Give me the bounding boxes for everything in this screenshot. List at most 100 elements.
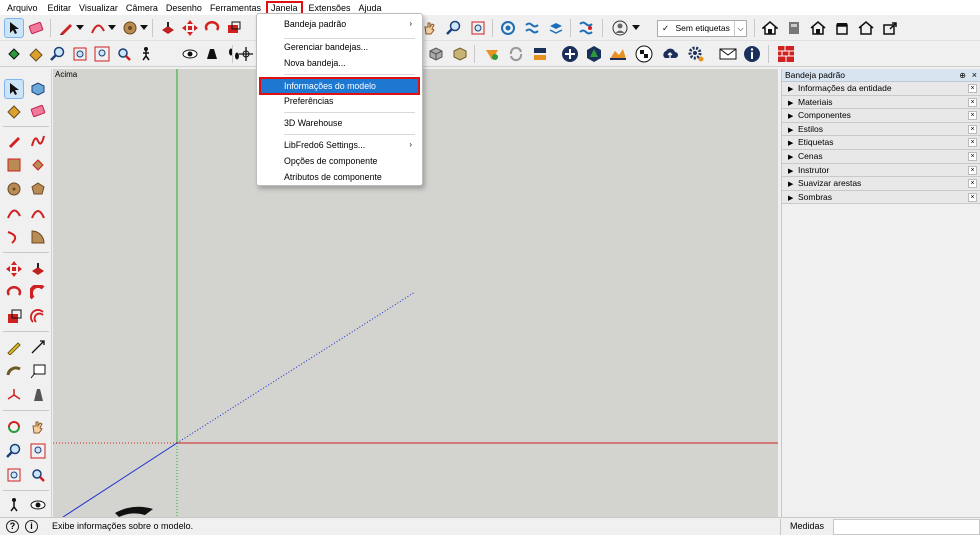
pan-icon[interactable] xyxy=(28,417,48,437)
solid-tools-icon[interactable] xyxy=(482,44,502,64)
menu-ferramentas[interactable]: Ferramentas xyxy=(207,1,264,15)
cloud-upload-icon[interactable] xyxy=(660,44,680,64)
info-circle-icon[interactable] xyxy=(742,44,762,64)
user-dropdown-icon[interactable] xyxy=(630,18,642,38)
pan-icon[interactable] xyxy=(420,18,440,38)
user-icon[interactable] xyxy=(610,18,630,38)
menu-arquivo[interactable]: Arquivo xyxy=(4,1,41,15)
eraser-icon[interactable] xyxy=(28,101,48,121)
menu-item-component-attributes[interactable]: Atributos de componente xyxy=(257,170,422,184)
position-camera-icon[interactable] xyxy=(202,44,222,64)
panel-shadows[interactable]: ▶ Sombras × xyxy=(782,190,980,205)
brick-icon[interactable] xyxy=(776,44,796,64)
menu-editar[interactable]: Editar xyxy=(45,1,75,15)
axes-icon[interactable] xyxy=(4,385,24,405)
help-icon[interactable]: ? xyxy=(6,520,19,533)
pencil-icon[interactable] xyxy=(4,131,24,151)
two-point-arc-icon[interactable] xyxy=(28,203,48,223)
menu-visualizar[interactable]: Visualizar xyxy=(76,1,121,15)
select-icon[interactable] xyxy=(4,18,24,38)
layer-icon[interactable] xyxy=(546,18,566,38)
menu-item-preferences[interactable]: Preferências xyxy=(257,94,422,108)
three-point-arc-icon[interactable] xyxy=(4,227,24,247)
zoom-extents-icon[interactable] xyxy=(4,465,24,485)
menu-item-model-info[interactable]: Informações do modelo xyxy=(259,77,420,95)
flip-icon[interactable] xyxy=(530,44,550,64)
select-icon[interactable] xyxy=(4,79,24,99)
menu-item-3d-warehouse[interactable]: 3D Warehouse xyxy=(257,116,422,130)
arc-dropdown-icon[interactable] xyxy=(106,18,118,38)
close-icon[interactable]: × xyxy=(968,97,977,107)
shaded-view-icon[interactable] xyxy=(450,44,470,64)
arc-icon[interactable] xyxy=(88,18,108,38)
paint-bucket-icon[interactable] xyxy=(4,101,24,121)
shape-dropdown-icon[interactable] xyxy=(138,18,150,38)
home-outline-icon[interactable] xyxy=(856,18,876,38)
look-around-icon[interactable] xyxy=(180,44,200,64)
push-pull-icon[interactable] xyxy=(158,18,178,38)
push-pull-icon[interactable] xyxy=(28,259,48,279)
circle-icon[interactable] xyxy=(4,179,24,199)
text-icon[interactable] xyxy=(28,361,48,381)
info-icon[interactable]: i xyxy=(25,520,38,533)
panel-entity-info[interactable]: ▶ Informações da entidade × xyxy=(782,82,980,96)
eraser-icon[interactable] xyxy=(26,18,46,38)
shop-icon[interactable] xyxy=(832,18,852,38)
move-icon[interactable] xyxy=(180,18,200,38)
scale-icon[interactable] xyxy=(224,18,244,38)
rectangle-icon[interactable] xyxy=(4,155,24,175)
close-icon[interactable]: × xyxy=(968,179,977,189)
menu-item-manage-trays[interactable]: Gerenciar bandejas... xyxy=(257,40,422,54)
scale-icon[interactable] xyxy=(4,307,24,327)
move-icon[interactable] xyxy=(4,259,24,279)
tape-measure-icon[interactable] xyxy=(4,337,24,357)
checker-icon[interactable] xyxy=(634,44,654,64)
section-icon[interactable] xyxy=(576,18,596,38)
previous-view-icon[interactable] xyxy=(114,44,134,64)
arc-icon[interactable] xyxy=(4,203,24,223)
close-icon[interactable]: × xyxy=(968,124,977,134)
pie-icon[interactable] xyxy=(28,227,48,247)
previous-view-icon[interactable] xyxy=(28,465,48,485)
tag-select[interactable]: ✓ Sem etiquetas ⌵ xyxy=(657,20,747,37)
panel-components[interactable]: ▶ Componentes × xyxy=(782,109,980,123)
panel-instructor[interactable]: ▶ Instrutor × xyxy=(782,163,980,178)
zoom-window-icon[interactable] xyxy=(48,44,68,64)
axes-icon[interactable] xyxy=(236,44,256,64)
position-camera-icon[interactable] xyxy=(4,495,24,515)
rotate-icon[interactable] xyxy=(202,18,222,38)
zoom-icon[interactable] xyxy=(4,441,24,461)
panel-materials[interactable]: ▶ Materiais × xyxy=(782,95,980,110)
home-icon[interactable] xyxy=(808,18,828,38)
follow-me-icon[interactable] xyxy=(28,283,48,303)
zoom-extents-icon[interactable] xyxy=(468,18,488,38)
warehouse-icon[interactable] xyxy=(498,18,518,38)
protractor-icon[interactable] xyxy=(4,361,24,381)
add-circle-icon[interactable] xyxy=(560,44,580,64)
mail-icon[interactable] xyxy=(718,44,738,64)
close-icon[interactable]: × xyxy=(968,151,977,161)
export-icon[interactable] xyxy=(880,18,900,38)
terrain-icon[interactable] xyxy=(608,44,628,64)
house-icon[interactable] xyxy=(760,18,780,38)
menu-item-libfredo6-settings[interactable]: LibFredo6 Settings... › xyxy=(257,138,422,152)
menu-camera[interactable]: Câmera xyxy=(123,1,161,15)
menu-item-component-options[interactable]: Opções de componente xyxy=(257,154,422,168)
dimension-icon[interactable] xyxy=(28,337,48,357)
menu-item-new-tray[interactable]: Nova bandeja... xyxy=(257,56,422,70)
walk-icon[interactable] xyxy=(136,44,156,64)
zoom-extents-icon[interactable] xyxy=(70,44,90,64)
settings-gear-icon[interactable] xyxy=(686,44,706,64)
dimension-icon[interactable] xyxy=(4,44,24,64)
rotated-rectangle-icon[interactable] xyxy=(28,155,48,175)
offset-icon[interactable] xyxy=(28,307,48,327)
menu-desenho[interactable]: Desenho xyxy=(163,1,205,15)
rotate-icon[interactable] xyxy=(4,283,24,303)
close-icon[interactable]: × xyxy=(968,111,977,121)
zoom-selection-icon[interactable] xyxy=(92,44,112,64)
freehand-icon[interactable] xyxy=(28,131,48,151)
pencil-icon[interactable] xyxy=(56,18,76,38)
polygon-icon[interactable] xyxy=(120,18,140,38)
tree-icon[interactable] xyxy=(584,44,604,64)
make-component-icon[interactable] xyxy=(28,79,48,99)
